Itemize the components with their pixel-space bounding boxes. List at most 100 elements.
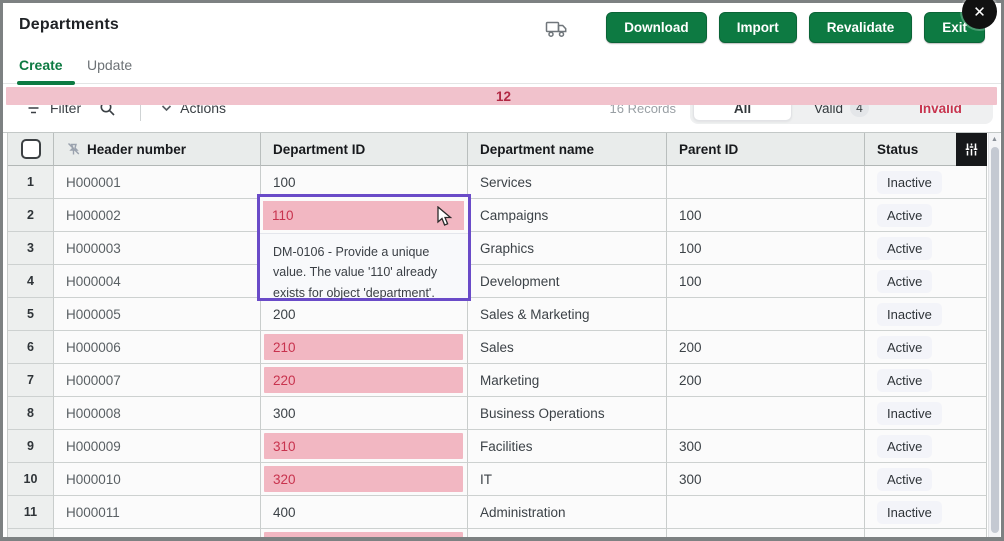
cell-department-id[interactable]: 400 — [261, 496, 468, 529]
row-number[interactable]: 4 — [8, 265, 54, 298]
cell-department-id[interactable]: 200 — [261, 298, 468, 331]
status-badge[interactable]: Active — [877, 435, 932, 458]
scrollbar-thumb[interactable] — [991, 147, 999, 533]
cell-header-number[interactable]: H000011 — [54, 496, 261, 529]
select-all-checkbox[interactable] — [21, 139, 41, 159]
column-header-label: Status — [877, 142, 918, 157]
row-number[interactable]: 7 — [8, 364, 54, 397]
cell-parent-id[interactable]: 100 — [667, 265, 865, 298]
row-number[interactable]: 5 — [8, 298, 54, 331]
tab-bar: Create Update — [3, 55, 1001, 84]
row-number[interactable]: 2 — [8, 199, 54, 232]
cell-parent-id[interactable] — [667, 166, 865, 199]
cell-department-name[interactable]: Administration — [468, 496, 667, 529]
status-badge[interactable]: Active — [877, 270, 932, 293]
cell-header-number[interactable]: H000004 — [54, 265, 261, 298]
cell-department-id[interactable]: 300 — [261, 397, 468, 430]
cell-department-id[interactable] — [261, 529, 468, 537]
row-number[interactable]: 10 — [8, 463, 54, 496]
row-number[interactable]: 6 — [8, 331, 54, 364]
cell-department-id[interactable]: 210 — [261, 331, 468, 364]
cell-parent-id[interactable]: 100 — [667, 199, 865, 232]
cell-parent-id[interactable]: 300 — [667, 463, 865, 496]
status-badge[interactable]: Active — [877, 369, 932, 392]
cell-header-number[interactable]: H000007 — [54, 364, 261, 397]
tab-create[interactable]: Create — [19, 57, 63, 73]
cell-department-name[interactable]: Graphics — [468, 232, 667, 265]
cell-header-number[interactable]: H000005 — [54, 298, 261, 331]
cell-status[interactable]: Active — [865, 232, 987, 265]
cell-department-name[interactable]: Campaigns — [468, 199, 667, 232]
cell-parent-id[interactable] — [667, 496, 865, 529]
cell-parent-id[interactable]: 200 — [667, 364, 865, 397]
invalid-cell-highlight: 320 — [264, 466, 463, 492]
cell-department-name[interactable]: IT — [468, 463, 667, 496]
column-header-parent-id[interactable]: Parent ID — [667, 133, 865, 166]
cell-status[interactable]: Active — [865, 463, 987, 496]
window-frame: Departments — [0, 0, 1004, 541]
cell-department-id[interactable]: 310 — [261, 430, 468, 463]
download-button[interactable]: Download — [606, 12, 707, 43]
cell-header-number[interactable]: H000009 — [54, 430, 261, 463]
cell-status[interactable] — [865, 529, 987, 537]
scrollbar-up-arrow[interactable]: ▲ — [989, 136, 1000, 143]
cell-status[interactable]: Active — [865, 265, 987, 298]
status-badge[interactable]: Active — [877, 237, 932, 260]
cell-department-name[interactable]: Sales — [468, 331, 667, 364]
cell-department-name[interactable] — [468, 529, 667, 537]
status-badge[interactable]: Active — [877, 468, 932, 491]
status-badge[interactable]: Inactive — [877, 171, 942, 194]
row-number[interactable]: 1 — [8, 166, 54, 199]
cell-status[interactable]: Active — [865, 199, 987, 232]
status-badge[interactable]: Active — [877, 204, 932, 227]
row-number[interactable]: 12 — [8, 529, 54, 537]
cell-parent-id[interactable] — [667, 298, 865, 331]
row-number[interactable]: 3 — [8, 232, 54, 265]
cell-status[interactable]: Inactive — [865, 397, 987, 430]
row-number[interactable]: 9 — [8, 430, 54, 463]
cell-status[interactable]: Inactive — [865, 166, 987, 199]
cell-header-number[interactable]: H000003 — [54, 232, 261, 265]
cell-status[interactable]: Active — [865, 331, 987, 364]
cell-header-number[interactable]: H000010 — [54, 463, 261, 496]
cell-header-number[interactable]: H000006 — [54, 331, 261, 364]
truck-icon[interactable] — [543, 15, 571, 43]
cell-parent-id[interactable]: 200 — [667, 331, 865, 364]
tab-update[interactable]: Update — [87, 57, 132, 73]
column-header-department-id[interactable]: Department ID — [261, 133, 468, 166]
column-settings-button[interactable] — [956, 133, 987, 166]
column-header-department-name[interactable]: Department name — [468, 133, 667, 166]
row-number[interactable]: 11 — [8, 496, 54, 529]
column-header-header-number[interactable]: Header number — [54, 133, 261, 166]
status-badge[interactable]: Inactive — [877, 501, 942, 524]
cell-status[interactable]: Inactive — [865, 496, 987, 529]
row-number[interactable]: 8 — [8, 397, 54, 430]
cell-header-number[interactable] — [54, 529, 261, 537]
status-badge[interactable]: Inactive — [877, 303, 942, 326]
cell-department-name[interactable]: Business Operations — [468, 397, 667, 430]
status-badge[interactable]: Inactive — [877, 402, 942, 425]
status-badge[interactable]: Active — [877, 336, 932, 359]
segment-invalid[interactable]: Invalid 12 — [891, 95, 990, 121]
cell-status[interactable]: Active — [865, 364, 987, 397]
cell-status[interactable]: Inactive — [865, 298, 987, 331]
cell-department-name[interactable]: Development — [468, 265, 667, 298]
cell-department-id[interactable]: 220 — [261, 364, 468, 397]
cell-parent-id[interactable]: 300 — [667, 430, 865, 463]
cell-department-name[interactable]: Marketing — [468, 364, 667, 397]
cell-header-number[interactable]: H000008 — [54, 397, 261, 430]
vertical-scrollbar[interactable]: ▲ — [988, 133, 1000, 537]
revalidate-button[interactable]: Revalidate — [809, 12, 913, 43]
cell-parent-id[interactable] — [667, 397, 865, 430]
cell-parent-id[interactable] — [667, 529, 865, 537]
cell-department-name[interactable]: Services — [468, 166, 667, 199]
column-header-label: Header number — [87, 142, 186, 157]
cell-header-number[interactable]: H000002 — [54, 199, 261, 232]
cell-parent-id[interactable]: 100 — [667, 232, 865, 265]
cell-department-name[interactable]: Sales & Marketing — [468, 298, 667, 331]
cell-department-name[interactable]: Facilities — [468, 430, 667, 463]
cell-status[interactable]: Active — [865, 430, 987, 463]
cell-department-id[interactable]: 320 — [261, 463, 468, 496]
import-button[interactable]: Import — [719, 12, 797, 43]
cell-header-number[interactable]: H000001 — [54, 166, 261, 199]
